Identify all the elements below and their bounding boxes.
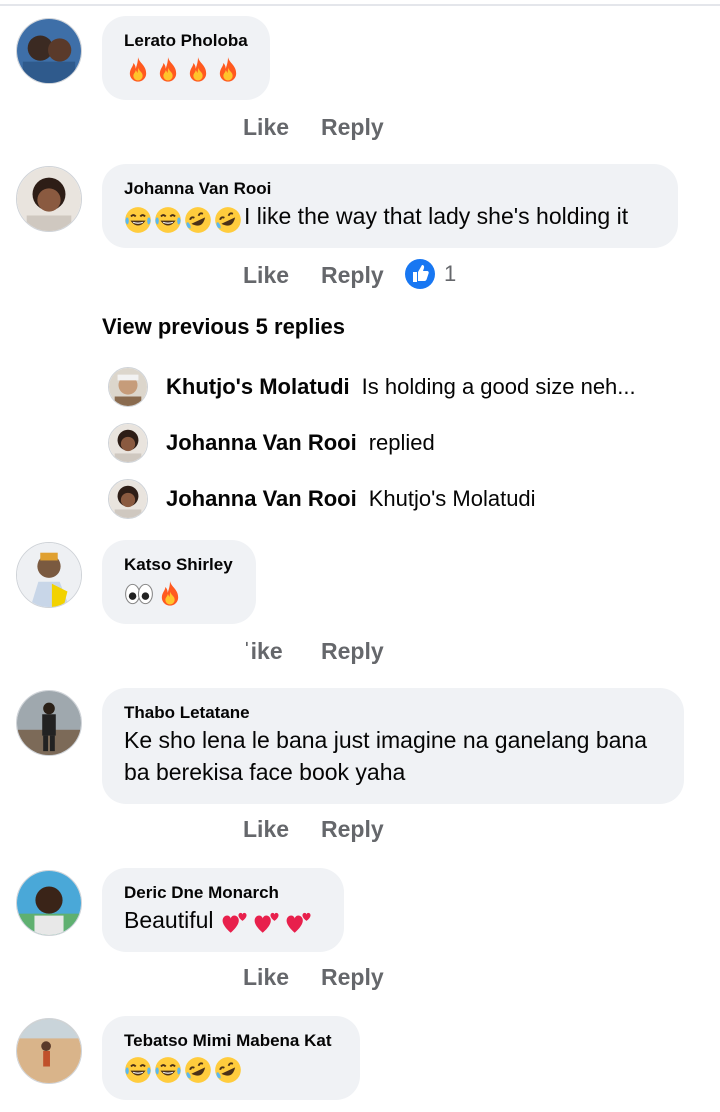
avatar[interactable] <box>16 690 82 756</box>
comment-actions: Like Reply <box>243 114 384 141</box>
comment-author[interactable]: Lerato Pholoba <box>124 30 248 52</box>
comment-text-line: Ke sho lena le bana just imagine na gane… <box>124 727 648 753</box>
avatar[interactable] <box>16 18 82 84</box>
reply-preview[interactable]: Khutjo's Molatudi Is holding a good size… <box>108 366 636 408</box>
comment-bubble: Johanna Van Rooi I like the way that lad… <box>102 164 678 248</box>
top-divider <box>0 4 720 6</box>
comment-author[interactable]: Deric Dne Monarch <box>124 882 322 904</box>
reply-preview[interactable]: Johanna Van Rooi Khutjo's Molatudi <box>108 478 536 520</box>
comment-body: I like the way that lady she's holding i… <box>244 203 629 229</box>
comment-author[interactable]: Katso Shirley <box>124 554 234 576</box>
like-reaction-icon <box>405 259 435 289</box>
comment-body: Beautiful <box>124 907 214 933</box>
avatar <box>108 367 148 407</box>
fire-emoji <box>184 56 212 84</box>
comment-author[interactable]: Tebatso Mimi Mabena Kat <box>124 1030 338 1052</box>
eyes-emoji <box>124 581 154 607</box>
joy-emoji <box>154 1056 182 1084</box>
joy-emoji <box>124 1056 152 1084</box>
comment-bubble: Tebatso Mimi Mabena Kat <box>102 1016 360 1100</box>
like-button[interactable]: Like <box>243 816 321 843</box>
comment-text: I like the way that lady she's holding i… <box>124 200 656 234</box>
hearts-emoji <box>220 908 250 936</box>
view-previous-replies[interactable]: View previous 5 replies <box>102 314 345 340</box>
hearts-emoji <box>252 908 282 936</box>
like-button[interactable]: ˈike <box>243 638 321 665</box>
reply-button[interactable]: Reply <box>321 262 384 289</box>
fire-emoji <box>156 580 184 608</box>
avatar[interactable] <box>16 542 82 608</box>
rofl-emoji <box>184 1056 212 1084</box>
rofl-emoji <box>184 206 212 234</box>
joy-emoji <box>124 206 152 234</box>
comment-text <box>124 52 248 84</box>
reply-author[interactable]: Johanna Van Rooi <box>166 430 357 456</box>
reply-text: replied <box>368 430 435 455</box>
fire-emoji <box>214 56 242 84</box>
emoji-group <box>124 202 244 234</box>
reply-button[interactable]: Reply <box>321 964 384 991</box>
comment-actions: Like Reply <box>243 816 384 843</box>
comment-actions: Like Reply <box>243 964 384 991</box>
like-button[interactable]: Like <box>243 964 321 991</box>
avatar[interactable] <box>16 870 82 936</box>
joy-emoji <box>154 206 182 234</box>
fire-emoji <box>124 56 152 84</box>
reply-text: Khutjo's Molatudi <box>368 486 536 511</box>
comment-actions: Like Reply <box>243 262 384 289</box>
comment-text: Beautiful <box>124 904 322 936</box>
reply-button[interactable]: Reply <box>321 638 384 665</box>
comment-text <box>124 1052 338 1084</box>
comment-bubble: Thabo Letatane Ke sho lena le bana just … <box>102 688 684 804</box>
comment-text-line: ba berekisa face book yaha <box>124 759 406 785</box>
like-button[interactable]: Like <box>243 262 321 289</box>
reaction-count: 1 <box>444 261 457 286</box>
comment-bubble: Lerato Pholoba <box>102 16 270 100</box>
avatar[interactable] <box>16 166 82 232</box>
reply-button[interactable]: Reply <box>321 114 384 141</box>
like-button[interactable]: Like <box>243 114 321 141</box>
reply-author[interactable]: Khutjo's Molatudi <box>166 374 350 400</box>
rofl-emoji <box>214 1056 242 1084</box>
comment-bubble: Deric Dne Monarch Beautiful <box>102 868 344 952</box>
reply-author[interactable]: Johanna Van Rooi <box>166 486 357 512</box>
comment-actions: ˈike Reply <box>243 638 384 665</box>
reply-text: Is holding a good size neh... <box>361 374 636 399</box>
comment-author[interactable]: Johanna Van Rooi <box>124 178 656 200</box>
fire-emoji <box>154 56 182 84</box>
avatar[interactable] <box>16 1018 82 1084</box>
reaction-summary[interactable]: 1 <box>404 258 456 290</box>
reply-preview[interactable]: Johanna Van Rooi replied <box>108 422 435 464</box>
comment-author[interactable]: Thabo Letatane <box>124 702 662 724</box>
reply-button[interactable]: Reply <box>321 816 384 843</box>
comment-bubble: Katso Shirley <box>102 540 256 624</box>
comment-text <box>124 576 234 608</box>
avatar <box>108 423 148 463</box>
avatar <box>108 479 148 519</box>
rofl-emoji <box>214 206 242 234</box>
hearts-emoji <box>284 908 314 936</box>
